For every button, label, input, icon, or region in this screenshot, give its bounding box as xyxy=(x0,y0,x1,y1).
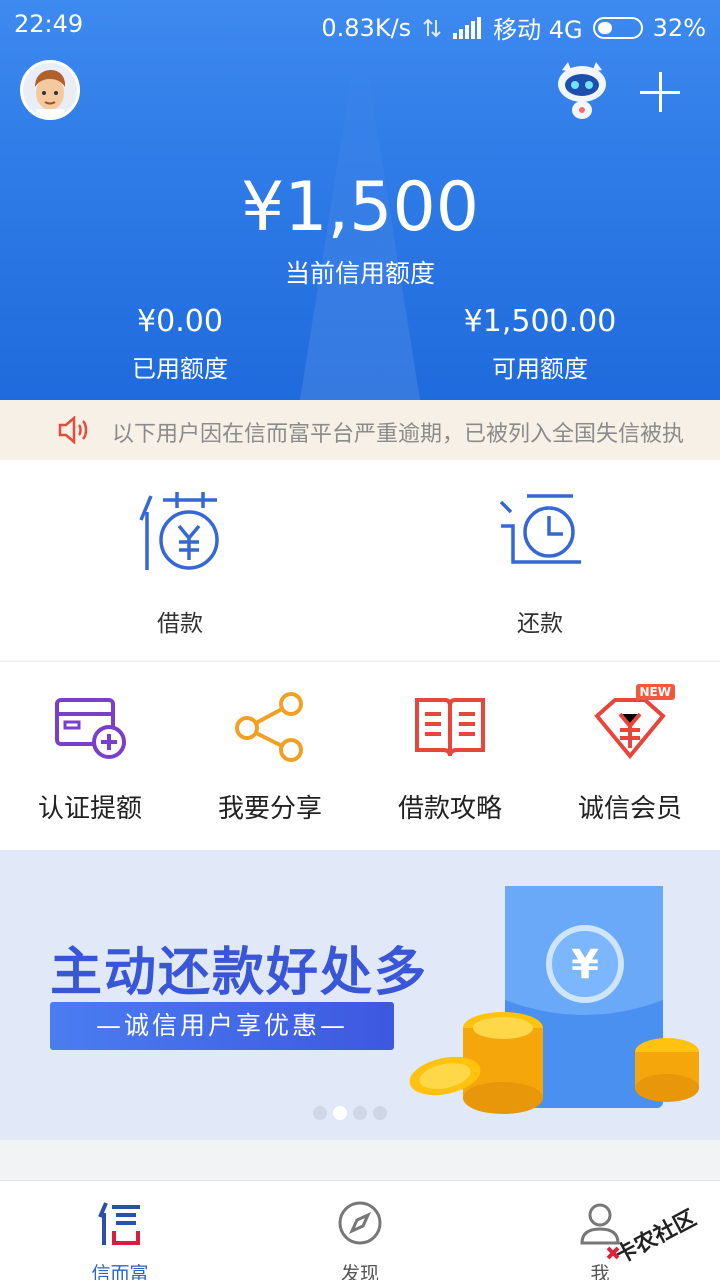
battery-icon xyxy=(592,16,643,39)
new-badge: NEW xyxy=(635,684,675,700)
feature-label: 认证提额 xyxy=(37,794,142,824)
feature-label: 诚信会员 xyxy=(577,794,682,824)
nav-home[interactable]: 信而富 xyxy=(60,1199,180,1280)
feature-guide[interactable]: 借款攻略 xyxy=(360,690,540,825)
bottom-nav: 信而富 发现 我 卡农社区 xyxy=(0,1180,720,1280)
compass-icon xyxy=(338,1201,382,1245)
notice-text: 以下用户因在信而富平台严重逾期，已被列入全国失信被执 xyxy=(112,422,685,447)
available-credit: ¥1,500.00 可用额度 xyxy=(360,304,720,384)
borrow-button[interactable]: 借款 xyxy=(0,490,360,638)
status-bar: 22:49 0.83K/s 移动 4G 32% xyxy=(0,0,720,52)
battery-percent: 32% xyxy=(652,13,706,42)
signal-icon xyxy=(453,16,482,39)
user-avatar-icon xyxy=(23,63,77,117)
used-credit: ¥0.00 已用额度 xyxy=(0,304,360,384)
svg-text:¥: ¥ xyxy=(571,942,599,988)
speaker-icon xyxy=(58,416,88,444)
main-actions: 借款 还款 xyxy=(0,460,720,660)
red-envelope-coins-illustration: ¥ xyxy=(409,886,699,1114)
network-speed: 0.83K/s xyxy=(321,13,412,42)
feature-share[interactable]: 我要分享 xyxy=(180,690,360,825)
home-logo-icon xyxy=(98,1202,140,1245)
carousel-dot[interactable] xyxy=(313,1106,327,1120)
feature-verify-increase[interactable]: 认证提额 xyxy=(0,690,180,825)
carousel-dot-active[interactable] xyxy=(333,1106,347,1120)
feature-label: 我要分享 xyxy=(217,794,322,824)
available-amount: ¥1,500.00 xyxy=(463,304,617,339)
nav-label: 信而富 xyxy=(91,1263,149,1280)
avatar[interactable] xyxy=(20,60,80,120)
data-transfer-icon xyxy=(423,18,441,37)
borrow-icon xyxy=(139,492,219,570)
card-plus-icon xyxy=(55,698,126,759)
credit-amount: ¥1,500 xyxy=(241,168,479,247)
notice-bar[interactable]: 以下用户因在信而富平台严重逾期，已被列入全国失信被执 xyxy=(0,400,720,460)
status-time: 22:49 xyxy=(14,10,84,38)
robot-assistant-icon[interactable] xyxy=(552,58,612,122)
available-label: 可用额度 xyxy=(492,355,588,383)
nav-discover[interactable]: 发现 xyxy=(300,1199,420,1280)
svg-text:卡农社区: 卡农社区 xyxy=(611,1205,701,1269)
header: 22:49 0.83K/s 移动 4G 32% ¥1,500 当前信用额度 ¥0… xyxy=(0,0,720,400)
banner-title: 主动还款好处多 xyxy=(50,943,429,1003)
add-icon[interactable] xyxy=(640,72,680,112)
book-icon xyxy=(415,698,485,757)
feature-label: 借款攻略 xyxy=(397,794,502,824)
used-label: 已用额度 xyxy=(132,355,228,383)
repay-label: 还款 xyxy=(517,611,563,637)
carousel-dot[interactable] xyxy=(353,1106,367,1120)
nav-label: 发现 xyxy=(340,1263,379,1280)
carrier: 移动 4G xyxy=(493,16,583,44)
carousel-dot[interactable] xyxy=(373,1106,387,1120)
repay-clock-icon xyxy=(499,494,581,564)
used-amount: ¥0.00 xyxy=(137,304,223,339)
carousel-indicator[interactable] xyxy=(313,1106,387,1120)
promo-banner[interactable]: 主动还款好处多 —诚信用户享优惠— ¥ xyxy=(0,850,720,1140)
banner-subtitle: —诚信用户享优惠— xyxy=(50,1002,394,1050)
credit-label: 当前信用额度 xyxy=(284,259,435,288)
yen-diamond-icon xyxy=(594,698,666,760)
repay-button[interactable]: 还款 xyxy=(360,490,720,638)
share-icon xyxy=(235,692,303,762)
borrow-label: 借款 xyxy=(157,611,203,637)
feature-grid: 认证提额 我要分享 借款攻略 NEW 诚信会员 xyxy=(0,662,720,850)
watermark-logo: 卡农社区 xyxy=(606,1205,701,1269)
feature-member[interactable]: NEW 诚信会员 xyxy=(540,684,720,825)
